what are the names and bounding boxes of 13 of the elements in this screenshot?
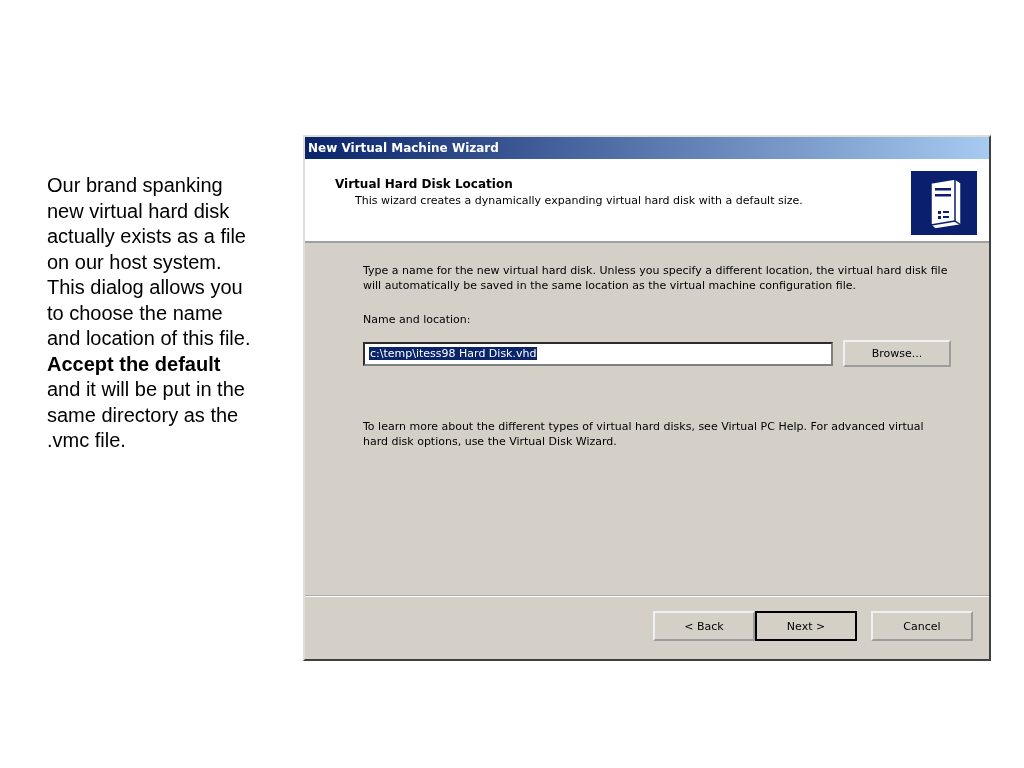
browse-button[interactable]: Browse... (843, 340, 951, 367)
page-subtitle: This wizard creates a dynamically expanding virtual hard disk with a default size. (355, 194, 803, 207)
field-label: Name and location: (363, 313, 472, 326)
computer-tower-icon (911, 171, 977, 235)
window-title: New Virtual Machine Wizard (308, 141, 499, 155)
instruction-text: Type a name for the new virtual hard disk. Unless you specify a different location, the virtual hard disk file will automatically be saved in the same location as the virtual machine configuration file. (363, 263, 949, 293)
location-field[interactable]: c:\temp\itess98 Hard Disk.vhd (363, 341, 833, 366)
help-text: To learn more about the different types of virtual hard disks, see Virtual PC Help. For advanced virtual hard disk options, use the Virtual Disk Wizard. (363, 419, 925, 449)
page-title: Virtual Hard Disk Location (335, 177, 514, 191)
wizard-button[interactable]: < Back (653, 611, 755, 641)
caption-text: Our brand spanking new virtual hard disk actually exists as a file on our host system. This dialog allows you to choose the name and location of this file. Accept the default and it will be put in the same directory as the .vmc file. (47, 173, 252, 453)
wizard-button[interactable]: Next > (755, 611, 857, 641)
wizard-button[interactable]: Cancel (871, 611, 973, 641)
